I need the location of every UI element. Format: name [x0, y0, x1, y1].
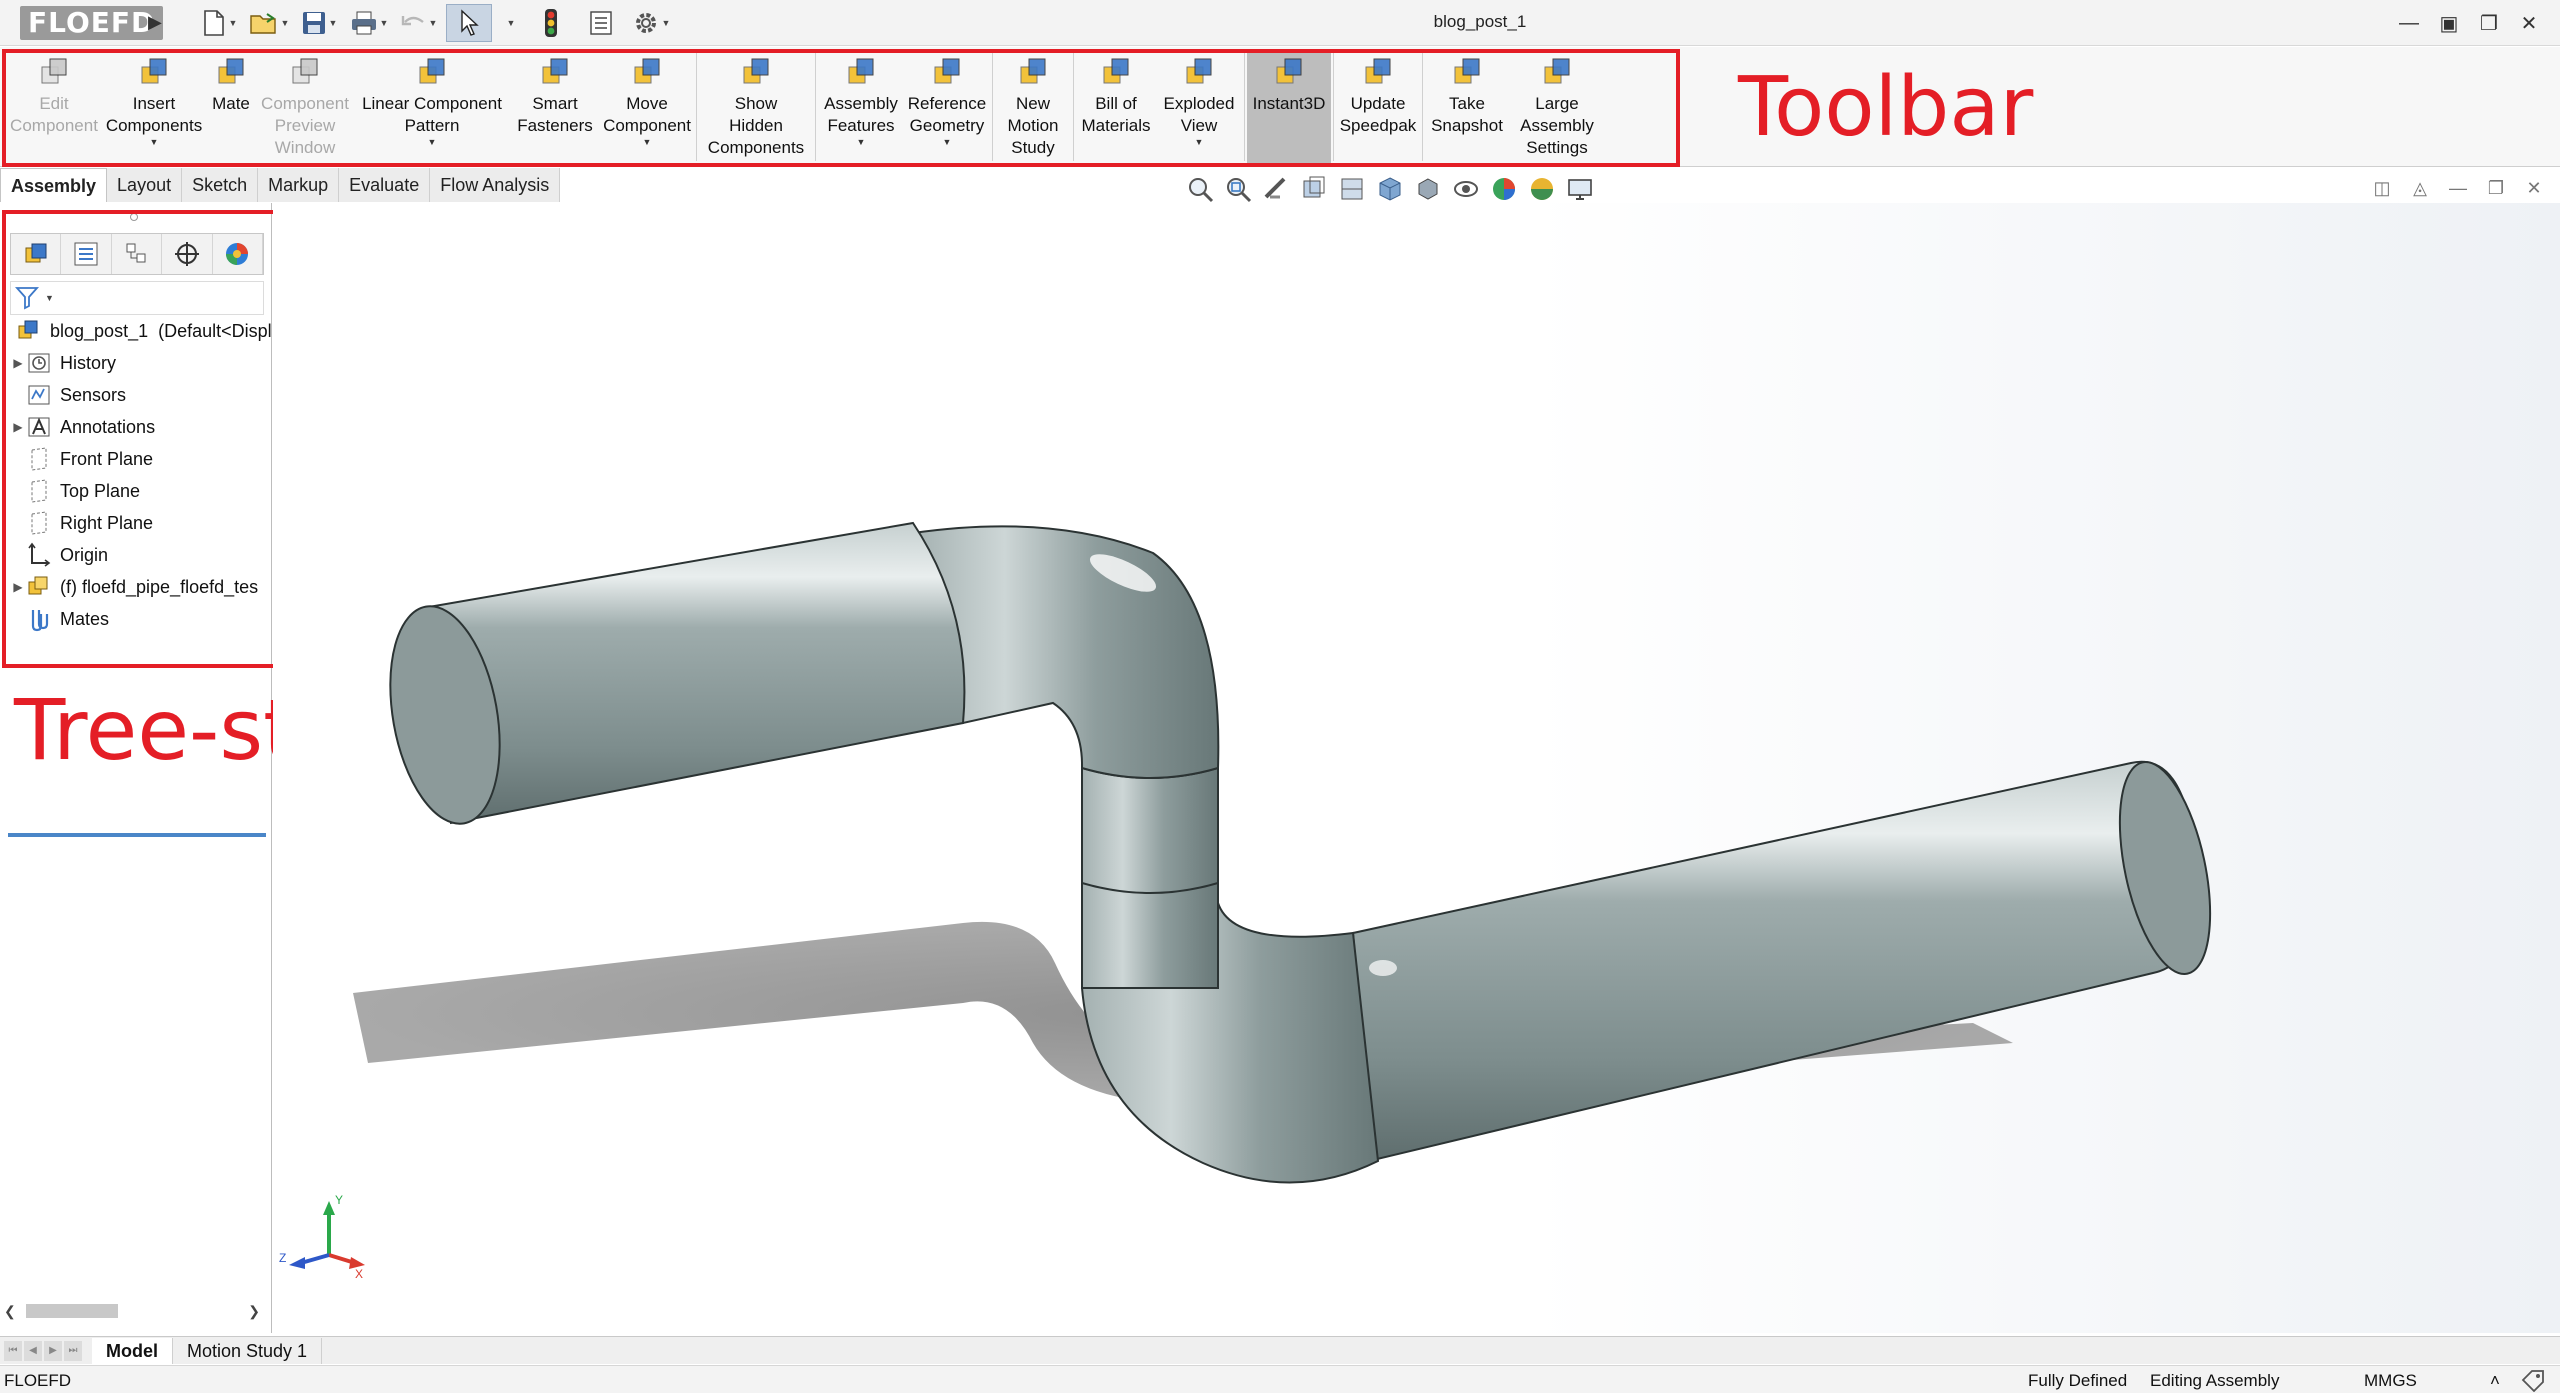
triad-z-label: Z	[279, 1251, 287, 1265]
tree-annotation-box	[2, 210, 282, 668]
display-style-icon[interactable]	[1412, 174, 1444, 204]
document-title: blog_post_1	[1433, 12, 1527, 31]
maximize-icon[interactable]: ❐	[2472, 6, 2506, 40]
pipe-right-segment	[1351, 760, 2198, 1162]
tree-end-marker	[8, 833, 266, 837]
pipe-model-scene[interactable]	[273, 203, 2560, 1333]
title-bar: FLOEFD ▶ ▼ ▼ ▼ ▼ ▼ ▼ ▼ blog_post_1 — ▣ ❐…	[0, 0, 2560, 46]
bottom-tab-model[interactable]: Model	[92, 1337, 173, 1364]
tab-sketch[interactable]: Sketch	[182, 168, 259, 202]
section-view-icon[interactable]	[1298, 174, 1330, 204]
bottom-tab-motion-study-1[interactable]: Motion Study 1	[173, 1337, 323, 1364]
heads-up-view-toolbar	[1184, 172, 1596, 206]
graphics-area[interactable]: Y X Z	[273, 203, 2560, 1333]
window-controls: — ▣ ❐ ✕	[2392, 6, 2546, 40]
options-button[interactable]: ▼	[628, 4, 674, 42]
viewport-restore-icon[interactable]: ❐	[2484, 176, 2508, 200]
quick-access-toolbar: ▼ ▼ ▼ ▼ ▼ ▼ ▼	[196, 4, 674, 42]
app-logo: FLOEFD	[20, 6, 164, 40]
next-tab-icon[interactable]: ▶	[44, 1340, 62, 1361]
tab-flow-analysis[interactable]: Flow Analysis	[430, 168, 561, 202]
save-icon	[302, 12, 325, 34]
hide-show-items-icon[interactable]	[1450, 174, 1482, 204]
split-horizontal-icon[interactable]: ◬	[2408, 176, 2432, 200]
viewport-close-icon[interactable]: ✕	[2522, 176, 2546, 200]
open-document-button[interactable]: ▼	[246, 4, 292, 42]
scrollbar-thumb[interactable]	[26, 1304, 118, 1318]
status-editing-mode: Editing Assembly	[2150, 1371, 2280, 1390]
tab-navigation: ⏮ ◀ ▶ ⏭	[4, 1340, 82, 1361]
triad-y-label: Y	[335, 1193, 344, 1207]
units-arrow-icon[interactable]: ˄	[2490, 1371, 2500, 1391]
file-properties-icon	[590, 11, 612, 35]
prev-tab-icon[interactable]: ◀	[24, 1340, 42, 1361]
tab-assembly[interactable]: Assembly	[0, 168, 108, 202]
bottom-tab-list: Model Motion Study 1	[92, 1337, 323, 1364]
restore-panes-icon[interactable]: ▣	[2432, 6, 2466, 40]
zoom-to-area-icon[interactable]	[1222, 174, 1254, 204]
new-file-icon	[203, 10, 224, 36]
status-fully-defined: Fully Defined	[2028, 1371, 2128, 1390]
tab-markup[interactable]: Markup	[258, 168, 340, 202]
print-icon	[351, 11, 376, 35]
dynamic-annotation-icon[interactable]	[1336, 174, 1368, 204]
edit-appearance-icon[interactable]	[1488, 174, 1520, 204]
first-tab-icon[interactable]: ⏮	[4, 1340, 22, 1361]
pipe-specular-highlight-2	[1369, 960, 1397, 976]
view-settings-icon[interactable]	[1564, 174, 1596, 204]
view-orientation-icon[interactable]	[1374, 174, 1406, 204]
coordinate-triad: Y X Z	[279, 1193, 369, 1288]
viewport-controls: ◫ ◬ — ❐ ✕	[2370, 176, 2546, 200]
toolbar-annotation-label: Toolbar	[1738, 60, 2034, 155]
model-tabs-bar: ⏮ ◀ ▶ ⏭ Model Motion Study 1	[0, 1336, 2560, 1364]
previous-view-icon[interactable]	[1260, 174, 1292, 204]
scroll-left-icon[interactable]: ❮	[4, 1303, 16, 1320]
tab-evaluate[interactable]: Evaluate	[339, 168, 431, 202]
toolbar-annotation-box	[2, 49, 1680, 167]
minimize-icon[interactable]: —	[2392, 6, 2426, 40]
units-selector[interactable]: MMGS	[2364, 1371, 2417, 1391]
print-button[interactable]: ▼	[346, 4, 392, 42]
tab-layout[interactable]: Layout	[107, 168, 183, 202]
undo-button[interactable]: ▼	[396, 4, 442, 42]
pipe-vertical-segment	[1081, 747, 1219, 989]
viewport-minimize-icon[interactable]: —	[2446, 176, 2470, 200]
split-vertical-icon[interactable]: ◫	[2370, 176, 2394, 200]
select-button[interactable]	[446, 4, 492, 42]
rebuild-button[interactable]	[528, 4, 574, 42]
gear-icon	[635, 13, 656, 33]
logo-menu-arrow-icon[interactable]: ▶	[148, 12, 162, 33]
apply-scene-icon[interactable]	[1526, 174, 1558, 204]
command-manager-tabs: Assembly Layout Sketch Markup Evaluate Flow A…	[0, 168, 561, 202]
select-dropdown[interactable]: ▼	[496, 4, 524, 42]
zoom-to-fit-icon[interactable]	[1184, 174, 1216, 204]
new-document-button[interactable]: ▼	[196, 4, 242, 42]
file-properties-button[interactable]	[578, 4, 624, 42]
undo-icon	[401, 16, 424, 26]
tree-horizontal-scrollbar[interactable]: ❮ ❯	[4, 1300, 266, 1322]
traffic-light-icon	[545, 9, 557, 37]
last-tab-icon[interactable]: ⏭	[64, 1340, 82, 1361]
status-app-name: FLOEFD	[4, 1371, 72, 1390]
status-bar: FLOEFD Fully Defined Editing Assembly MM…	[0, 1365, 2560, 1393]
save-button[interactable]: ▼	[296, 4, 342, 42]
scroll-right-icon[interactable]: ❯	[248, 1303, 260, 1320]
close-icon[interactable]: ✕	[2512, 6, 2546, 40]
pipe-left-segment	[421, 521, 966, 825]
triad-x-label: X	[355, 1267, 364, 1281]
cursor-arrow-icon	[461, 9, 479, 36]
open-folder-icon	[249, 13, 276, 34]
status-tag-icon[interactable]	[2520, 1368, 2546, 1393]
